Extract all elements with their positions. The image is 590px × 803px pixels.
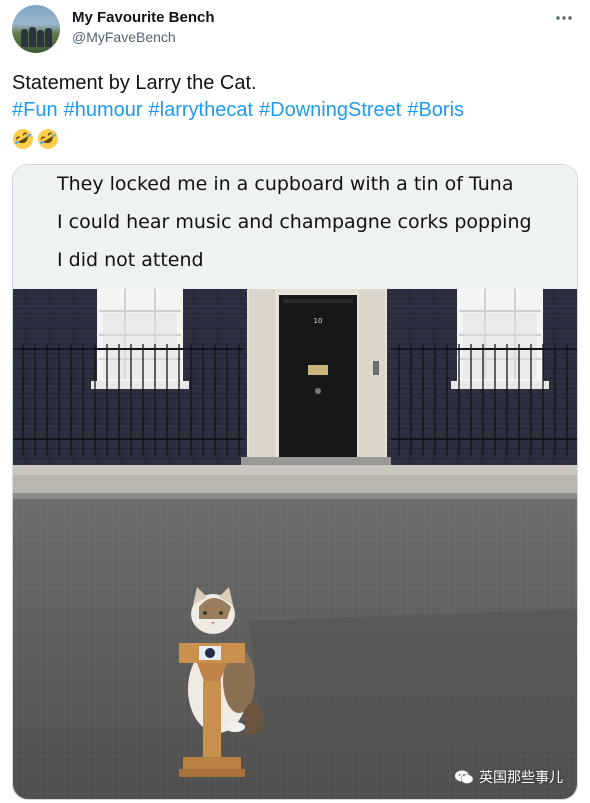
hashtag-fun[interactable]: #Fun: [12, 99, 58, 121]
watermark-text: 英国那些事儿: [479, 770, 563, 786]
rolling-on-floor-laughing-icon: [13, 128, 33, 149]
more-options-icon: [556, 16, 572, 20]
author-display-name[interactable]: My Favourite Bench: [72, 9, 215, 26]
meme-caption: They locked me in a cupboard with a tin …: [13, 165, 577, 289]
avatar[interactable]: [12, 5, 60, 53]
caption-line-3: I did not attend: [57, 249, 204, 271]
svg-text:10: 10: [314, 317, 323, 325]
emoji-row: [12, 125, 578, 151]
caption-line-1: They locked me in a cupboard with a tin …: [57, 173, 514, 195]
downing-street-photo: 10: [13, 289, 577, 799]
tweet-statement: Statement by Larry the Cat.: [12, 72, 257, 94]
tweet-text: Statement by Larry the Cat. #Fun #humour #…: [12, 70, 578, 151]
more-options-button[interactable]: [552, 6, 576, 30]
hashtag-list: #Fun #humour #larrythecat #DowningStreet #Bo…: [12, 97, 578, 124]
hashtag-downingstreet[interactable]: #DowningStreet: [259, 99, 401, 121]
hashtag-larrythecat[interactable]: #larrythecat: [149, 99, 254, 121]
watermark: 英国那些事儿: [454, 767, 563, 787]
wechat-icon: [455, 770, 474, 784]
author-handle[interactable]: @MyFaveBench: [72, 29, 176, 45]
tweet: My Favourite Bench @MyFaveBench Statemen…: [0, 0, 590, 803]
hashtag-boris[interactable]: #Boris: [407, 99, 464, 121]
hashtag-humour[interactable]: #humour: [64, 99, 143, 121]
tweet-media[interactable]: They locked me in a cupboard with a tin …: [12, 164, 578, 800]
rolling-on-floor-laughing-icon: [38, 128, 58, 149]
caption-line-2: I could hear music and champagne corks p…: [57, 211, 532, 233]
